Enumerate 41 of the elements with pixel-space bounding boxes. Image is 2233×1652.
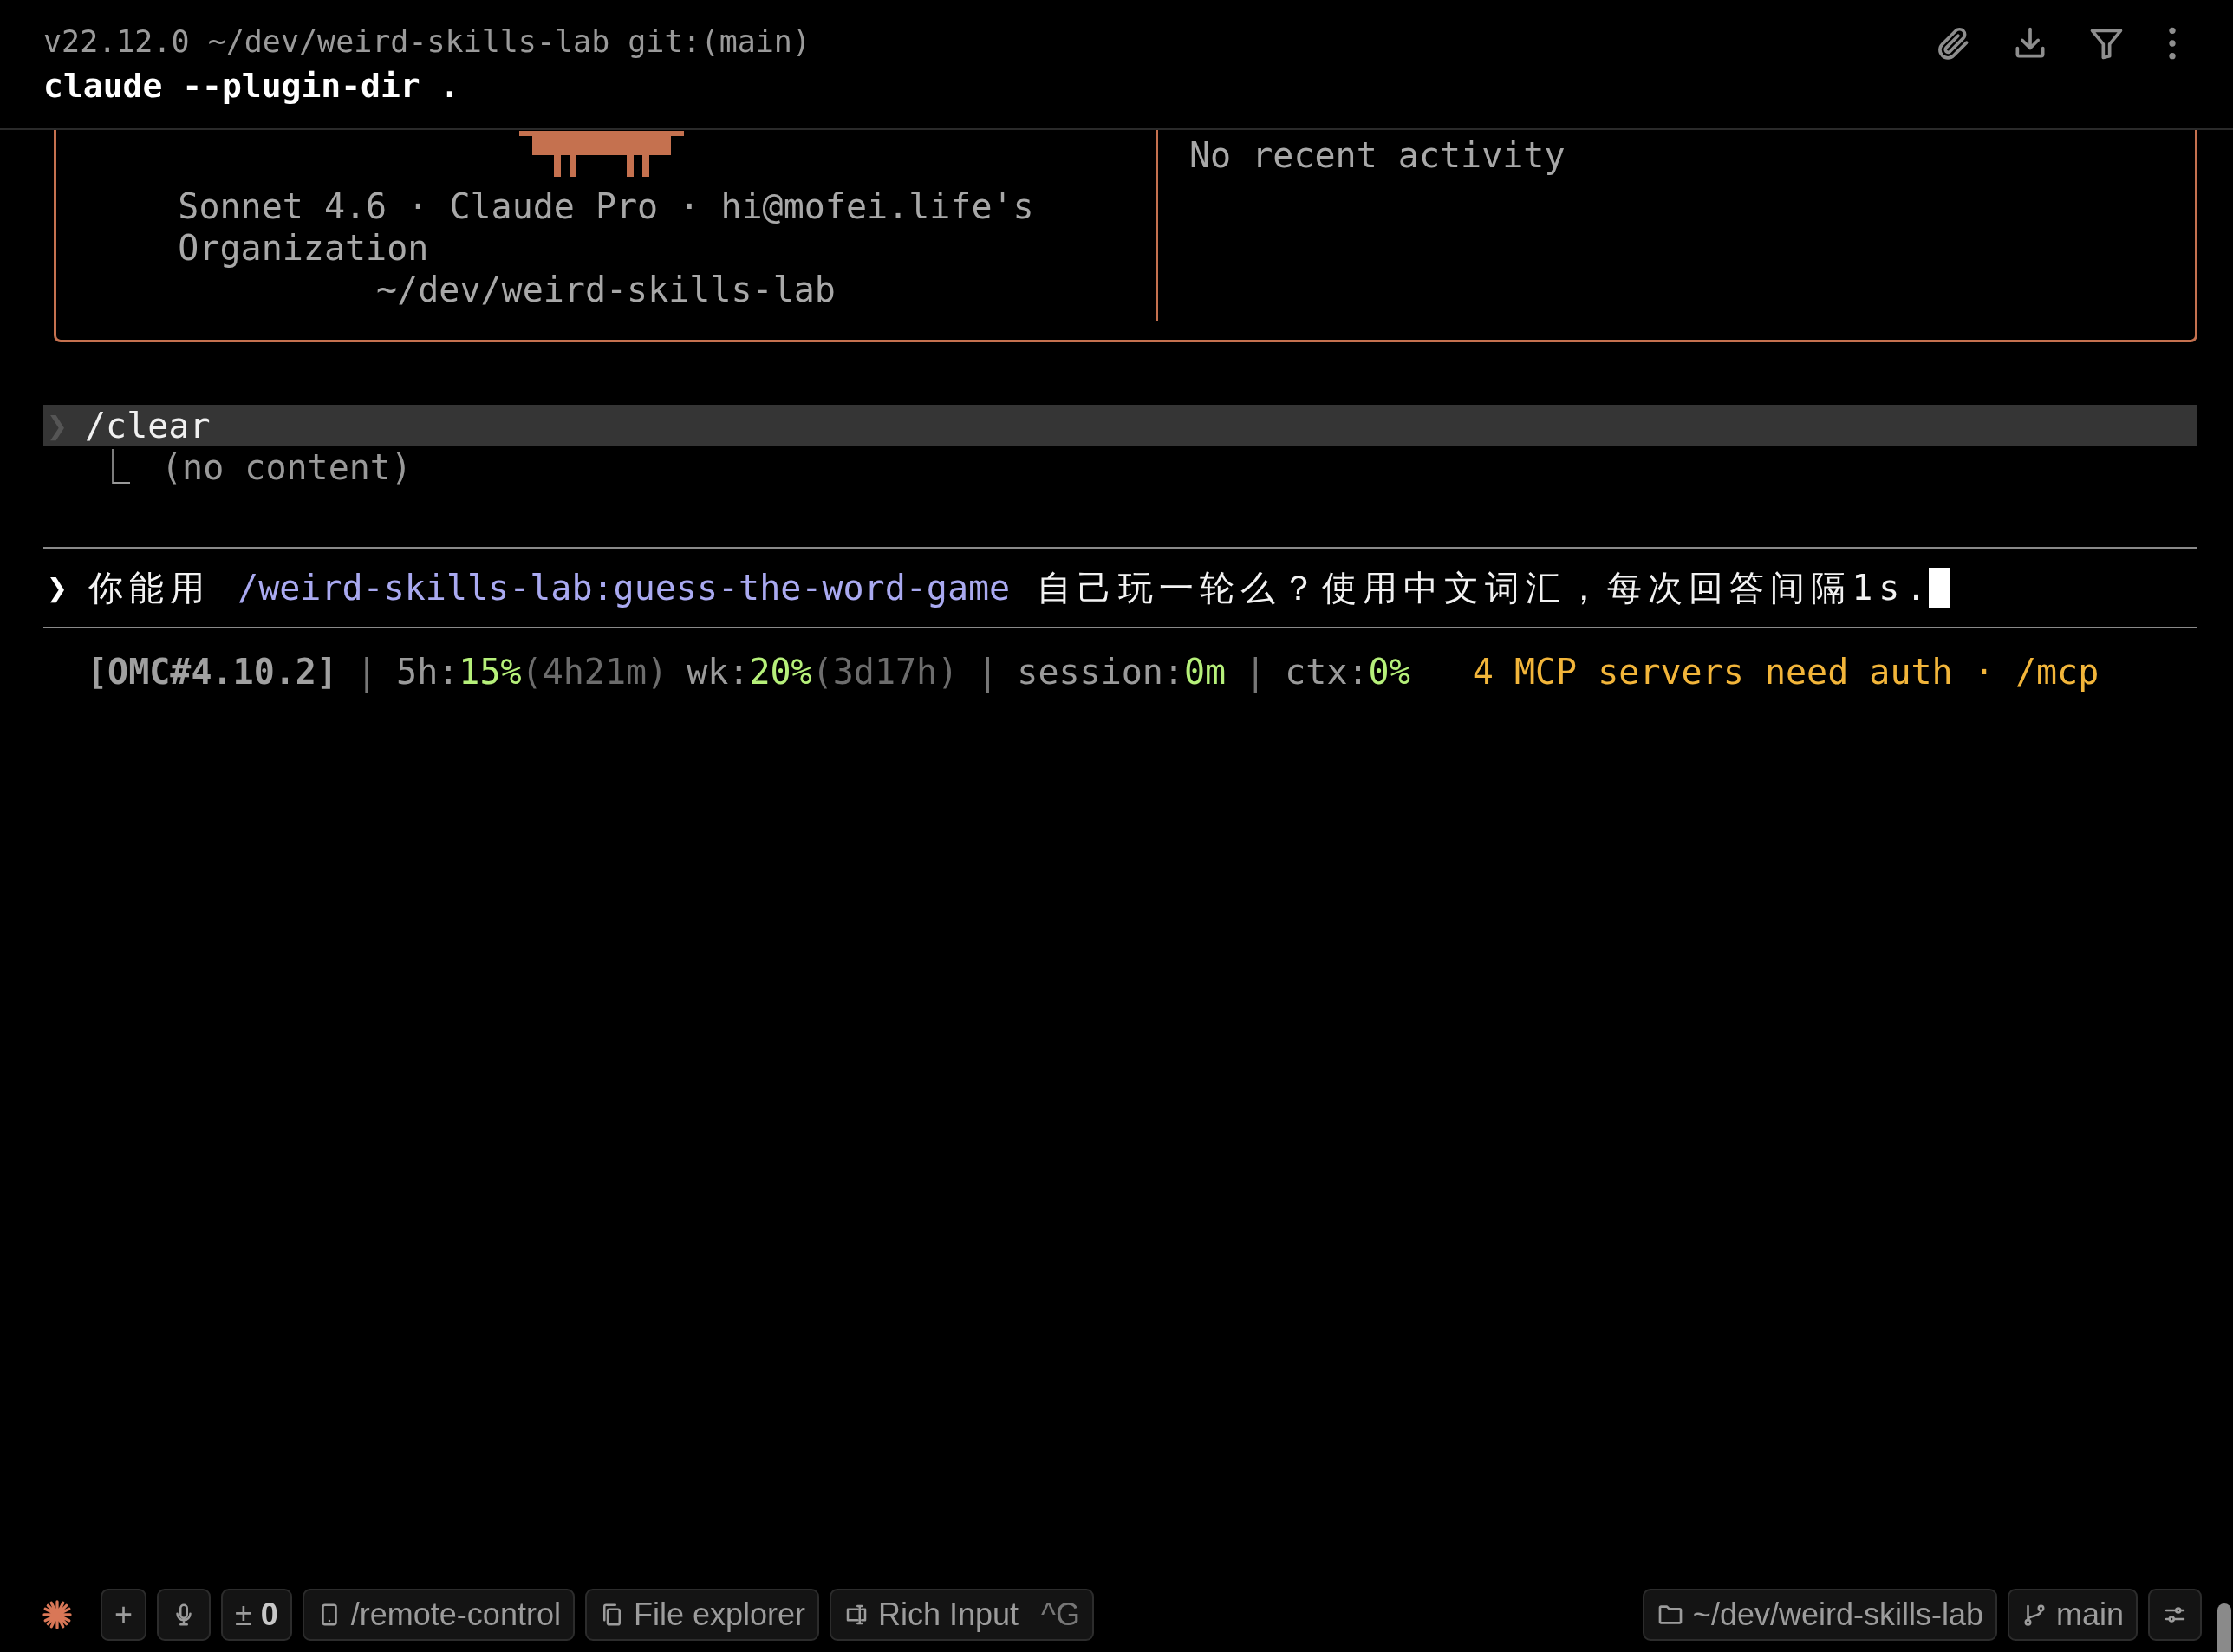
asterisk-logo-icon: [42, 1599, 73, 1630]
prompt-glyph: ❯: [46, 405, 69, 446]
account-text: Sonnet 4.6 · Claude Pro · hi@mofei.life's Organization: [178, 185, 1034, 269]
folder-button[interactable]: ~/dev/weird-skills-lab: [1642, 1589, 1997, 1641]
status-detail: (4h21m): [521, 651, 668, 693]
prompt-input[interactable]: ❯ 你能用 /weird-skills-lab:guess-the-word-game 自己玩一轮么？使用中文词汇，每次回答间隔1s.: [43, 547, 2197, 628]
separator-glyph: |: [977, 651, 999, 694]
status-value: 0m: [1184, 651, 1227, 693]
status-label: 5h:: [396, 651, 459, 693]
status-value: 20%: [749, 651, 812, 693]
auth-notice-text: 4 MCP servers need auth · /mcp: [1472, 651, 2100, 693]
changes-button[interactable]: ± 0: [221, 1589, 292, 1641]
result-text: (no content): [161, 446, 412, 488]
status-label: session:: [1017, 651, 1184, 693]
tree-branch-glyph: ⎿: [95, 446, 130, 488]
rich-input-button[interactable]: Rich Input ^G: [830, 1589, 1094, 1641]
add-button[interactable]: +: [101, 1589, 147, 1641]
directory-text: ~/dev/weird-skills-lab: [376, 269, 836, 310]
prompt-text: 你能用: [88, 566, 212, 609]
separator-glyph: |: [1245, 651, 1266, 694]
remote-control-button[interactable]: /remote-control: [302, 1589, 575, 1641]
version-tag: [OMC#4.10.2]: [87, 628, 337, 715]
status-label: wk:: [687, 651, 750, 693]
recent-activity-text: No recent activity: [1189, 134, 1566, 176]
status-value: 15%: [459, 651, 522, 693]
settings-button[interactable]: [2148, 1589, 2202, 1641]
prompt-glyph: ❯: [46, 568, 69, 608]
skill-command-text: /weird-skills-lab:guess-the-word-game: [238, 568, 1011, 608]
shell-context-text: v22.12.0 ~/dev/weird-skills-lab git:(main): [43, 23, 811, 61]
command-text: /clear: [85, 405, 211, 446]
separator-glyph: |: [356, 651, 378, 694]
status-detail: (3d17h): [811, 651, 959, 693]
status-value: 0%: [1368, 651, 1410, 693]
command-text: claude --plugin-dir .: [43, 66, 461, 107]
scrollbar-thumb[interactable]: [2217, 1603, 2231, 1652]
branch-button[interactable]: main: [2007, 1589, 2138, 1641]
status-label: ctx:: [1285, 651, 1369, 693]
prompt-text: 自己玩一轮么？使用中文词汇，每次回答间隔1s.: [1036, 566, 1933, 609]
file-explorer-button[interactable]: File explorer: [584, 1589, 819, 1641]
microphone-button[interactable]: [157, 1589, 212, 1641]
text-cursor: [1929, 568, 1950, 608]
